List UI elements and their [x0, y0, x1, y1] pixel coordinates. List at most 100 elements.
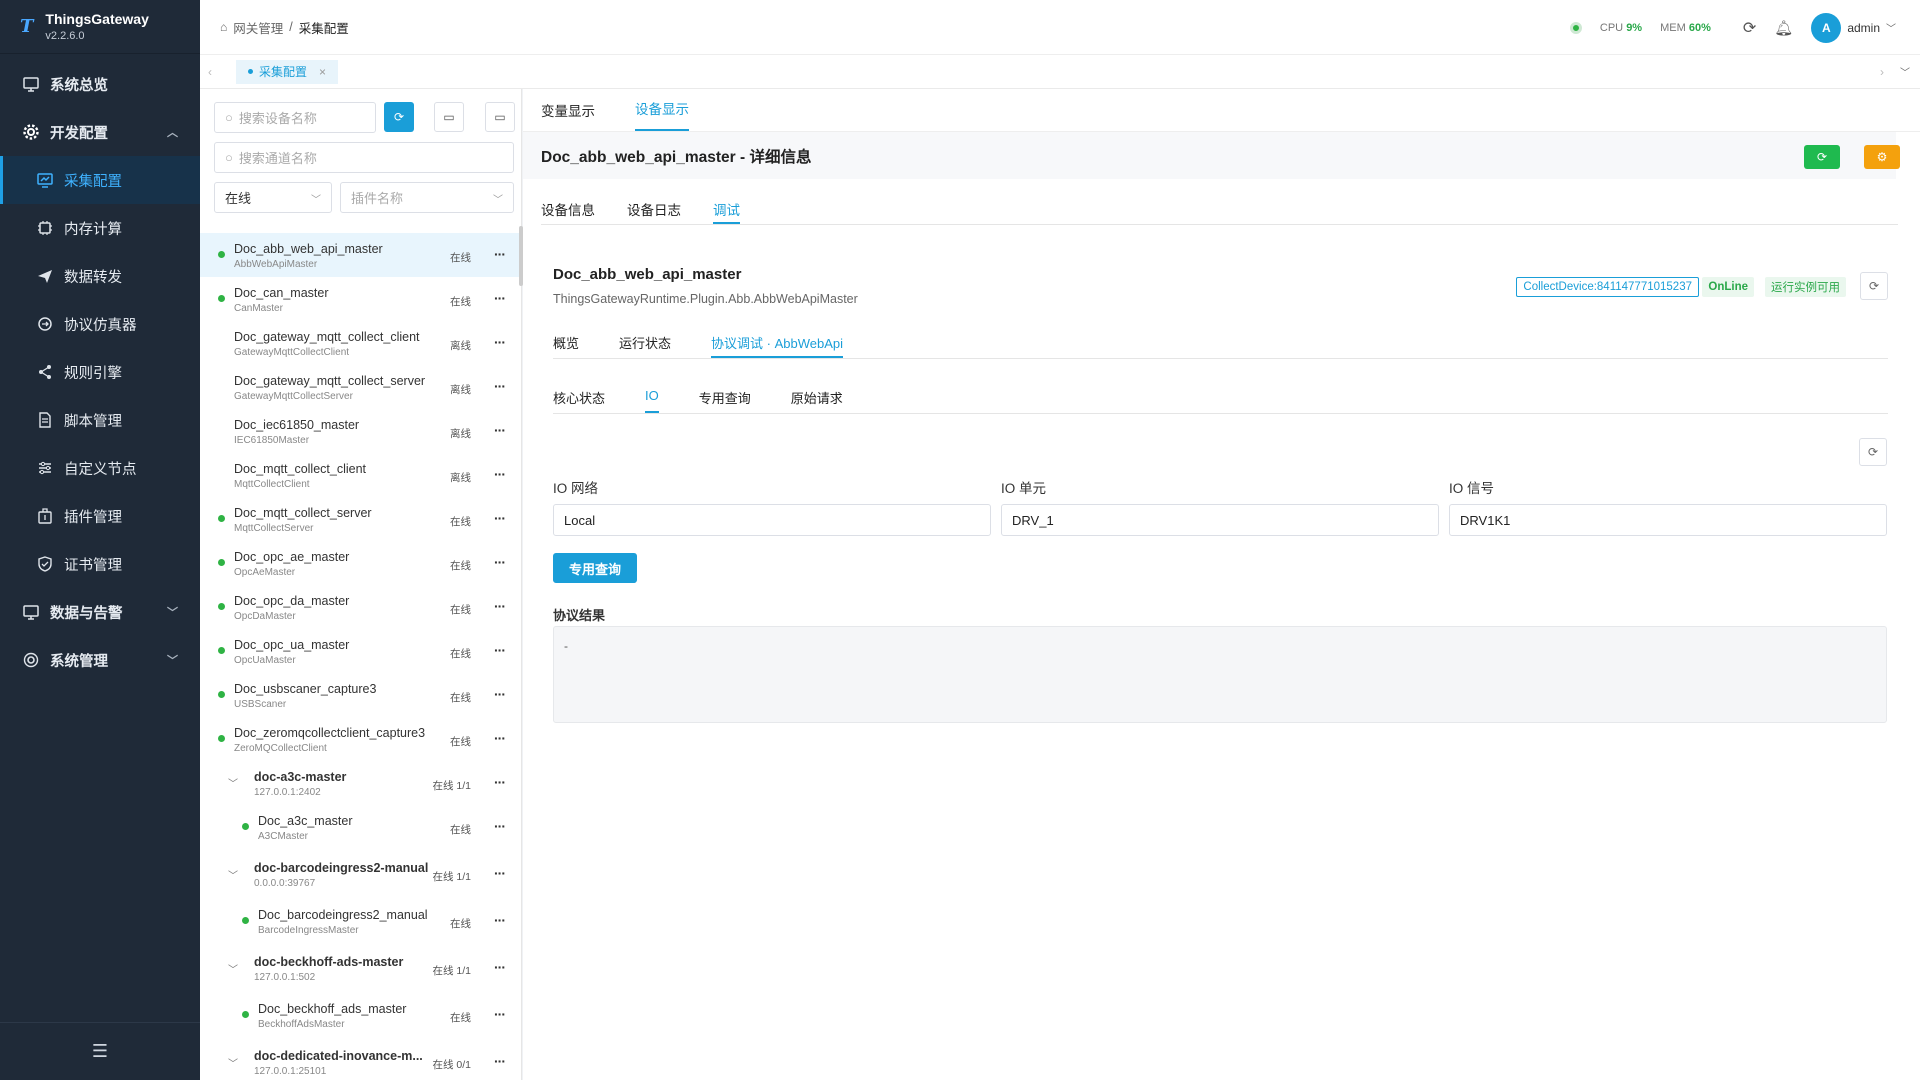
result-value: - — [564, 639, 568, 653]
sidebar-item-rule-engine[interactable]: 规则引擎 — [0, 348, 200, 396]
more-icon[interactable]: ··· — [494, 912, 506, 928]
io-signal-input[interactable]: DRV1K1 — [1449, 504, 1887, 536]
tab-dot — [248, 69, 253, 74]
refresh-icon[interactable]: ⟳ — [1743, 18, 1756, 38]
device-row[interactable]: Doc_beckhoff_ads_master BeckhoffAdsMaste… — [200, 993, 521, 1037]
more-icon[interactable]: ··· — [494, 290, 506, 306]
more-icon[interactable]: ··· — [494, 334, 506, 350]
tab-device-info[interactable]: 设备信息 — [541, 189, 595, 224]
more-icon[interactable]: ··· — [494, 959, 506, 975]
channel-group-row[interactable]: ﹀ doc-barcodeingress2-manual 0.0.0.0:397… — [200, 849, 521, 899]
more-icon[interactable]: ··· — [494, 1053, 506, 1069]
device-row[interactable]: Doc_barcodeingress2_manual BarcodeIngres… — [200, 899, 521, 943]
more-icon[interactable]: ··· — [494, 598, 506, 614]
sidebar-item-data-forward[interactable]: 数据转发 — [0, 252, 200, 300]
device-row[interactable]: Doc_opc_ua_master OpcUaMaster 在线 ··· — [200, 629, 521, 673]
channel-group-row[interactable]: ﹀ doc-beckhoff-ads-master 127.0.0.1:502 … — [200, 943, 521, 993]
online-dot — [218, 515, 225, 522]
more-icon[interactable]: ··· — [494, 818, 506, 834]
tabs-scroll-right-icon[interactable]: › — [1880, 65, 1884, 79]
refresh-tree-button[interactable]: ⟳ — [384, 102, 414, 132]
sidebar-item-plugin[interactable]: 插件管理 — [0, 492, 200, 540]
view-mode-button[interactable]: ▭ — [485, 102, 515, 132]
page-tabs-bar: ‹ 采集配置 × › ﹀ — [200, 55, 1920, 89]
more-icon[interactable]: ··· — [494, 422, 506, 438]
tab-collect-config[interactable]: 采集配置 × — [236, 59, 339, 84]
device-row[interactable]: Doc_usbscaner_capture3 USBScaner 在线 ··· — [200, 673, 521, 717]
io-network-label: IO 网络 — [553, 481, 599, 496]
more-icon[interactable]: ··· — [494, 246, 506, 262]
device-row[interactable]: Doc_abb_web_api_master AbbWebApiMaster 在… — [200, 233, 521, 277]
channel-group-row[interactable]: ﹀ doc-dedicated-inovance-m... 127.0.0.1:… — [200, 1037, 521, 1080]
sidebar-item-certificate[interactable]: 证书管理 — [0, 540, 200, 588]
dedicated-query-button[interactable]: 专用查询 — [553, 553, 637, 583]
sidebar-item-simulator[interactable]: 协议仿真器 — [0, 300, 200, 348]
device-row[interactable]: Doc_a3c_master A3CMaster 在线 ··· — [200, 805, 521, 849]
tabs-scroll-left-icon[interactable]: ‹ — [208, 65, 212, 79]
sidebar-item-script[interactable]: 脚本管理 — [0, 396, 200, 444]
chevron-down-icon[interactable]: ﹀ — [228, 775, 238, 790]
more-icon[interactable]: ··· — [494, 378, 506, 394]
sidebar-item-system[interactable]: 系统管理 ﹀ — [0, 636, 200, 684]
device-row[interactable]: Doc_iec61850_master IEC61850Master 离线 ··… — [200, 409, 521, 453]
device-row[interactable]: Doc_can_master CanMaster 在线 ··· — [200, 277, 521, 321]
device-tree-panel: ○ 搜索设备名称 ⟳ ▭ ▭ ○ 搜索通道名称 在线 ﹀ 插件名称 ﹀ Doc_… — [200, 89, 522, 1080]
chevron-down-icon[interactable]: ﹀ — [228, 867, 238, 882]
plugin-select[interactable]: 插件名称 ﹀ — [340, 182, 514, 213]
device-search-input[interactable]: ○ 搜索设备名称 — [214, 102, 376, 133]
more-icon[interactable]: ··· — [494, 642, 506, 658]
more-icon[interactable]: ··· — [494, 1006, 506, 1022]
more-icon[interactable]: ··· — [494, 554, 506, 570]
device-row[interactable]: Doc_gateway_mqtt_collect_server GatewayM… — [200, 365, 521, 409]
sidebar-item-collect-config[interactable]: 采集配置 — [0, 156, 200, 204]
device-refresh-button[interactable]: ⟳ — [1860, 272, 1888, 300]
tab-device-log[interactable]: 设备日志 — [627, 189, 681, 224]
more-icon[interactable]: ··· — [494, 774, 506, 790]
device-row[interactable]: Doc_zeromqcollectclient_capture3 ZeroMQC… — [200, 717, 521, 761]
device-row[interactable]: Doc_mqtt_collect_client MqttCollectClien… — [200, 453, 521, 497]
io-unit-input[interactable]: DRV_1 — [1001, 504, 1439, 536]
more-icon[interactable]: ··· — [494, 510, 506, 526]
logo[interactable]: T ThingsGateway v2.2.6.0 — [0, 0, 200, 54]
tab-io[interactable]: IO — [645, 378, 659, 413]
chevron-down-icon: ﹀ — [167, 655, 178, 667]
collapse-menu-button[interactable]: ☰ — [0, 1022, 200, 1080]
device-row[interactable]: Doc_opc_ae_master OpcAeMaster 在线 ··· — [200, 541, 521, 585]
tabs-dropdown-icon[interactable]: ﹀ — [1900, 64, 1910, 79]
channel-search-input[interactable]: ○ 搜索通道名称 — [214, 142, 514, 173]
tab-device-view[interactable]: 设备显示 — [635, 98, 689, 131]
settings-button[interactable]: ⚙︎ — [1864, 145, 1900, 169]
more-icon[interactable]: ··· — [494, 865, 506, 881]
user-menu[interactable]: A admin ﹀ — [1811, 12, 1896, 43]
sidebar-item-memory-calc[interactable]: 内存计算 — [0, 204, 200, 252]
tab-variable-view[interactable]: 变量显示 — [541, 100, 595, 131]
io-network-input[interactable]: Local — [553, 504, 991, 536]
tab-raw-request[interactable]: 原始请求 — [791, 378, 843, 413]
sidebar-item-dev-config[interactable]: 开发配置 ︿ — [0, 108, 200, 156]
sidebar-item-overview[interactable]: 系统总览 — [0, 60, 200, 108]
tab-protocol-debug[interactable]: 协议调试 · AbbWebApi — [711, 323, 843, 358]
sidebar-item-data-alarm[interactable]: 数据与告警 ﹀ — [0, 588, 200, 636]
io-refresh-button[interactable]: ⟳ — [1859, 438, 1887, 466]
device-row[interactable]: Doc_opc_da_master OpcDaMaster 在线 ··· — [200, 585, 521, 629]
chevron-down-icon[interactable]: ﹀ — [228, 961, 238, 976]
sidebar-item-custom-node[interactable]: 自定义节点 — [0, 444, 200, 492]
bell-icon[interactable]: 🔔︎ — [1774, 19, 1793, 37]
tab-debug[interactable]: 调试 — [713, 189, 740, 224]
chevron-down-icon[interactable]: ﹀ — [228, 1055, 238, 1070]
device-row[interactable]: Doc_gateway_mqtt_collect_client GatewayM… — [200, 321, 521, 365]
refresh-button[interactable]: ⟳ — [1804, 145, 1840, 169]
breadcrumb-parent[interactable]: 网关管理 — [233, 18, 283, 37]
close-icon[interactable]: × — [319, 65, 326, 79]
channel-group-row[interactable]: ﹀ doc-a3c-master 127.0.0.1:2402 在线 1/1 ·… — [200, 761, 521, 805]
tab-runtime-status[interactable]: 运行状态 — [619, 323, 671, 358]
tab-overview[interactable]: 概览 — [553, 323, 579, 358]
tab-core-status[interactable]: 核心状态 — [553, 378, 605, 413]
status-select[interactable]: 在线 ﹀ — [214, 182, 332, 213]
export-button[interactable]: ▭ — [434, 102, 464, 132]
more-icon[interactable]: ··· — [494, 466, 506, 482]
more-icon[interactable]: ··· — [494, 686, 506, 702]
device-row[interactable]: Doc_mqtt_collect_server MqttCollectServe… — [200, 497, 521, 541]
more-icon[interactable]: ··· — [494, 730, 506, 746]
tab-dedicated-query[interactable]: 专用查询 — [699, 378, 751, 413]
